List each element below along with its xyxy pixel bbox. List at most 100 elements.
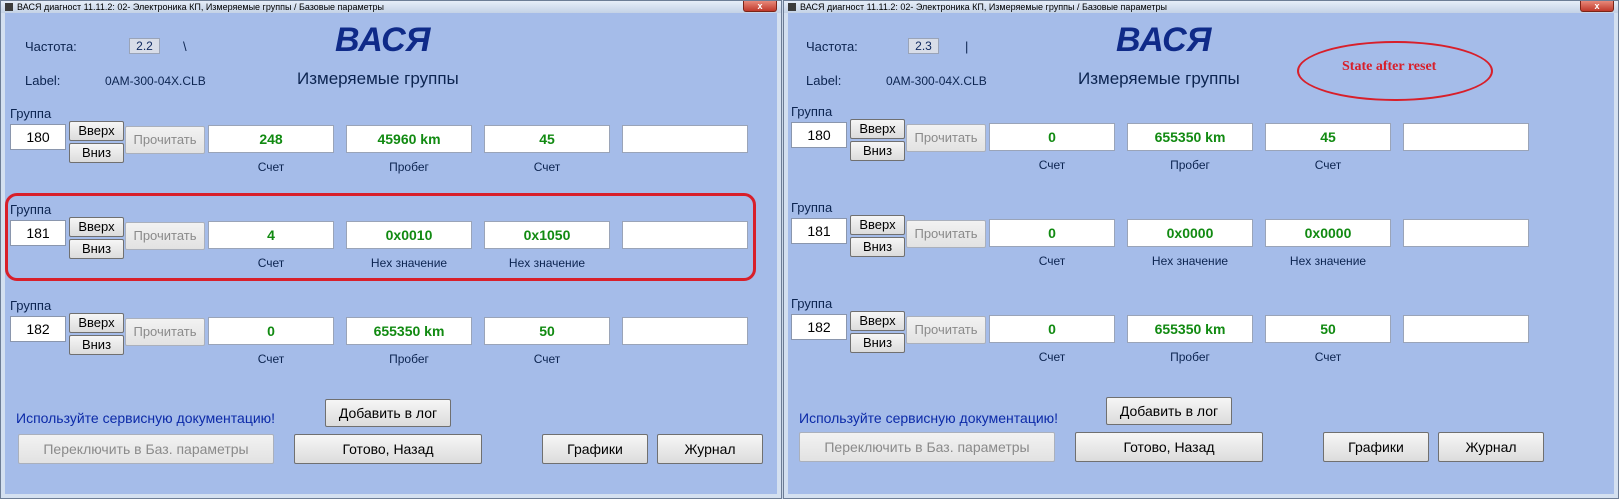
unit-label: Счет — [533, 160, 561, 174]
right-window: ВАСЯ диагност 11.11.2: 02- Электроника К… — [783, 0, 1619, 499]
unit-label: Счет — [257, 352, 285, 366]
value-field — [622, 317, 748, 345]
value-field: 0 — [989, 219, 1115, 247]
value-field: 655350 km — [1127, 123, 1253, 151]
up-button[interactable]: Вверх — [69, 121, 124, 141]
unit-label: Счет — [533, 352, 561, 366]
window-title: ВАСЯ диагност 11.11.2: 02- Электроника К… — [17, 2, 384, 12]
app-icon — [5, 3, 13, 11]
app-title: ВАСЯ — [1116, 21, 1212, 59]
activity-indicator: \ — [183, 39, 187, 54]
title-bar[interactable]: ВАСЯ диагност 11.11.2: 02- Электроника К… — [784, 1, 1618, 13]
graphs-button[interactable]: Графики — [542, 434, 648, 464]
page-title: Измеряемые группы — [297, 69, 459, 88]
service-doc-note: Используйте сервисную документацию! — [799, 410, 1059, 426]
value-field: 655350 km — [1127, 315, 1253, 343]
value-field: 50 — [484, 317, 610, 345]
left-window: ВАСЯ диагност 11.11.2: 02- Электроника К… — [0, 0, 782, 499]
switch-basic-params-button[interactable]: Переключить в Баз. параметры — [18, 434, 274, 464]
up-button[interactable]: Вверх — [850, 119, 905, 139]
app-title: ВАСЯ — [335, 21, 431, 59]
value-field: 45 — [484, 125, 610, 153]
unit-label: Счет — [257, 160, 285, 174]
value-field — [1403, 123, 1529, 151]
frequency-value: 2.2 — [129, 38, 160, 54]
add-to-log-button[interactable]: Добавить в лог — [1106, 397, 1232, 425]
group-label: Группа — [10, 298, 52, 313]
unit-label: Пробег — [389, 352, 429, 366]
frequency-label: Частота: — [25, 39, 77, 54]
graphs-button[interactable]: Графики — [1323, 432, 1429, 462]
read-button[interactable]: Прочитать — [906, 220, 986, 248]
client-area: Частота: 2.2 \ Label: 0AM-300-04X.CLB ВА… — [5, 13, 777, 494]
value-field: 50 — [1265, 315, 1391, 343]
up-button[interactable]: Вверх — [850, 311, 905, 331]
group-label: Группа — [791, 296, 833, 311]
value-field: 0x0000 — [1127, 219, 1253, 247]
down-button[interactable]: Вниз — [850, 333, 905, 353]
value-field — [1403, 219, 1529, 247]
value-field: 0 — [989, 315, 1115, 343]
service-doc-note: Используйте сервисную документацию! — [16, 410, 276, 426]
app-icon — [788, 3, 796, 11]
label-file: 0AM-300-04X.CLB — [886, 74, 987, 88]
activity-indicator: | — [965, 39, 969, 54]
label-caption: Label: — [806, 73, 842, 88]
group-label: Группа — [791, 104, 833, 119]
down-button[interactable]: Вниз — [850, 141, 905, 161]
unit-label: Hex значение — [1151, 254, 1229, 268]
down-button[interactable]: Вниз — [69, 143, 124, 163]
read-button[interactable]: Прочитать — [125, 126, 205, 154]
down-button[interactable]: Вниз — [69, 335, 124, 355]
unit-label: Hex значение — [1289, 254, 1367, 268]
unit-label: Пробег — [1170, 158, 1210, 172]
done-back-button[interactable]: Готово, Назад — [294, 434, 482, 464]
group-label: Группа — [791, 200, 833, 215]
annotation-text: State after reset — [1342, 59, 1437, 74]
unit-label: Счет — [1038, 350, 1066, 364]
value-field — [1403, 315, 1529, 343]
close-button[interactable]: x — [743, 1, 777, 12]
down-button[interactable]: Вниз — [850, 237, 905, 257]
value-field: 655350 km — [346, 317, 472, 345]
group-number-input[interactable]: 181 — [791, 218, 847, 244]
group-number-input[interactable]: 180 — [791, 122, 847, 148]
read-button[interactable]: Прочитать — [125, 318, 205, 346]
switch-basic-params-button[interactable]: Переключить в Баз. параметры — [799, 432, 1055, 462]
client-area: Частота: 2.3 | Label: 0AM-300-04X.CLB ВА… — [788, 13, 1614, 494]
up-button[interactable]: Вверх — [69, 313, 124, 333]
unit-label: Счет — [1314, 350, 1342, 364]
unit-label: Счет — [1038, 254, 1066, 268]
close-button[interactable]: x — [1580, 1, 1614, 12]
value-field: 0 — [208, 317, 334, 345]
window-title: ВАСЯ диагност 11.11.2: 02- Электроника К… — [800, 2, 1167, 12]
read-button[interactable]: Прочитать — [906, 124, 986, 152]
value-field: 45 — [1265, 123, 1391, 151]
frequency-value: 2.3 — [908, 38, 939, 54]
group-label: Группа — [10, 106, 52, 121]
value-field: 45960 km — [346, 125, 472, 153]
unit-label: Счет — [1038, 158, 1066, 172]
read-button[interactable]: Прочитать — [906, 316, 986, 344]
journal-button[interactable]: Журнал — [1438, 432, 1544, 462]
unit-label: Пробег — [389, 160, 429, 174]
title-bar[interactable]: ВАСЯ диагност 11.11.2: 02- Электроника К… — [1, 1, 781, 13]
group-number-input[interactable]: 182 — [10, 316, 66, 342]
value-field: 0x0000 — [1265, 219, 1391, 247]
up-button[interactable]: Вверх — [850, 215, 905, 235]
unit-label: Счет — [1314, 158, 1342, 172]
page-title: Измеряемые группы — [1078, 69, 1240, 88]
label-file: 0AM-300-04X.CLB — [105, 74, 206, 88]
journal-button[interactable]: Журнал — [657, 434, 763, 464]
group-number-input[interactable]: 182 — [791, 314, 847, 340]
frequency-label: Частота: — [806, 39, 858, 54]
label-caption: Label: — [25, 73, 61, 88]
value-field: 0 — [989, 123, 1115, 151]
done-back-button[interactable]: Готово, Назад — [1075, 432, 1263, 462]
group-number-input[interactable]: 180 — [10, 124, 66, 150]
unit-label: Пробег — [1170, 350, 1210, 364]
add-to-log-button[interactable]: Добавить в лог — [325, 399, 451, 427]
value-field — [622, 125, 748, 153]
value-field: 248 — [208, 125, 334, 153]
highlight-frame — [5, 193, 756, 281]
